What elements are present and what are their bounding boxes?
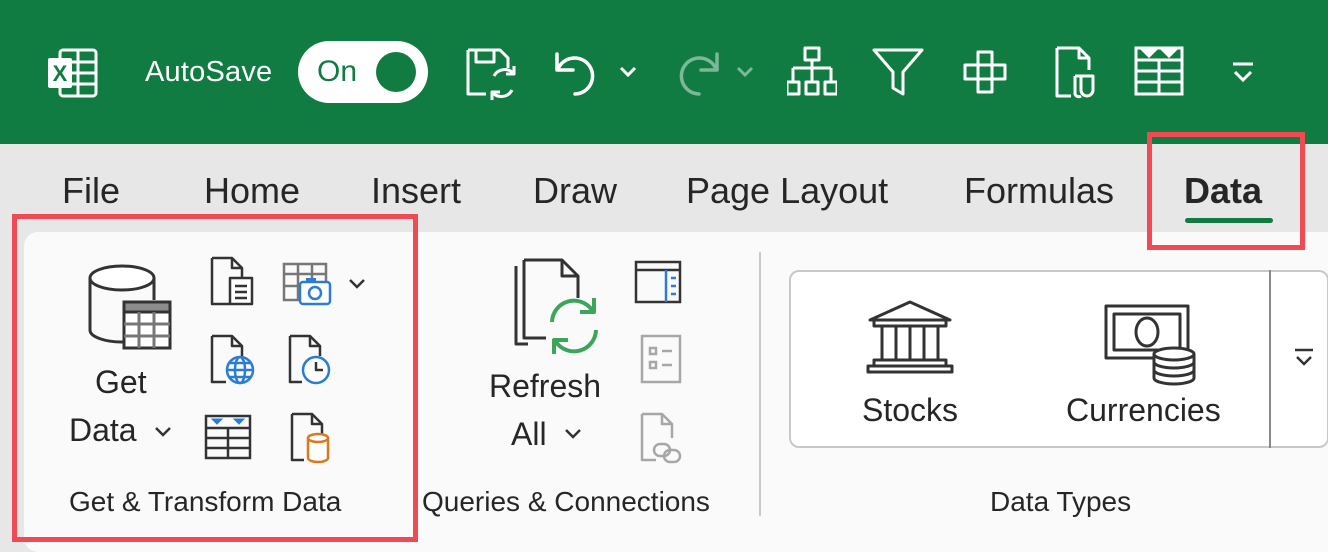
gallery-more-icon[interactable]	[1292, 346, 1316, 370]
stocks-label[interactable]: Stocks	[862, 392, 958, 429]
refresh-all-label-line2[interactable]: All	[511, 416, 547, 453]
toggle-knob	[376, 52, 416, 92]
properties-icon[interactable]	[640, 334, 682, 384]
redo-dropdown-icon[interactable]	[733, 62, 757, 82]
refresh-all-label-line1[interactable]: Refresh	[489, 368, 601, 405]
currencies-label[interactable]: Currencies	[1066, 392, 1221, 429]
queries-connections-group-label: Queries & Connections	[422, 486, 710, 517]
currencies-icon[interactable]	[1104, 304, 1198, 386]
autosave-label: AutoSave	[145, 56, 273, 88]
tab-draw[interactable]: Draw	[533, 170, 617, 212]
tab-insert[interactable]: Insert	[371, 170, 461, 212]
table-icon[interactable]	[1134, 46, 1184, 96]
refresh-all-icon[interactable]	[512, 258, 602, 354]
autosave-state: On	[317, 55, 358, 88]
filter-icon[interactable]	[872, 48, 924, 98]
svg-text:X: X	[53, 61, 68, 86]
undo-dropdown-icon[interactable]	[616, 62, 640, 82]
tab-file[interactable]: File	[62, 170, 120, 212]
save-icon[interactable]	[464, 46, 520, 100]
excel-logo-icon: X	[46, 48, 98, 98]
data-tab-highlight	[1147, 132, 1305, 250]
document-script-icon[interactable]	[1053, 46, 1099, 100]
get-transform-highlight	[12, 214, 418, 542]
hierarchy-icon[interactable]	[787, 46, 837, 98]
tab-home[interactable]: Home	[204, 170, 300, 212]
tab-page-layout[interactable]: Page Layout	[686, 170, 888, 212]
refresh-all-dropdown-icon[interactable]	[562, 424, 584, 444]
tab-formulas[interactable]: Formulas	[964, 170, 1114, 212]
data-types-group-label: Data Types	[990, 486, 1132, 517]
stocks-icon[interactable]	[866, 300, 954, 374]
customize-toolbar-icon[interactable]	[1230, 60, 1256, 86]
autosave-toggle[interactable]: On	[298, 41, 428, 103]
queries-connections-pane-icon[interactable]	[634, 260, 682, 304]
undo-icon[interactable]	[553, 50, 603, 98]
redo-icon[interactable]	[671, 50, 721, 98]
crosshair-icon[interactable]	[963, 50, 1007, 94]
edit-links-icon[interactable]	[638, 412, 684, 464]
group-separator	[759, 252, 761, 516]
